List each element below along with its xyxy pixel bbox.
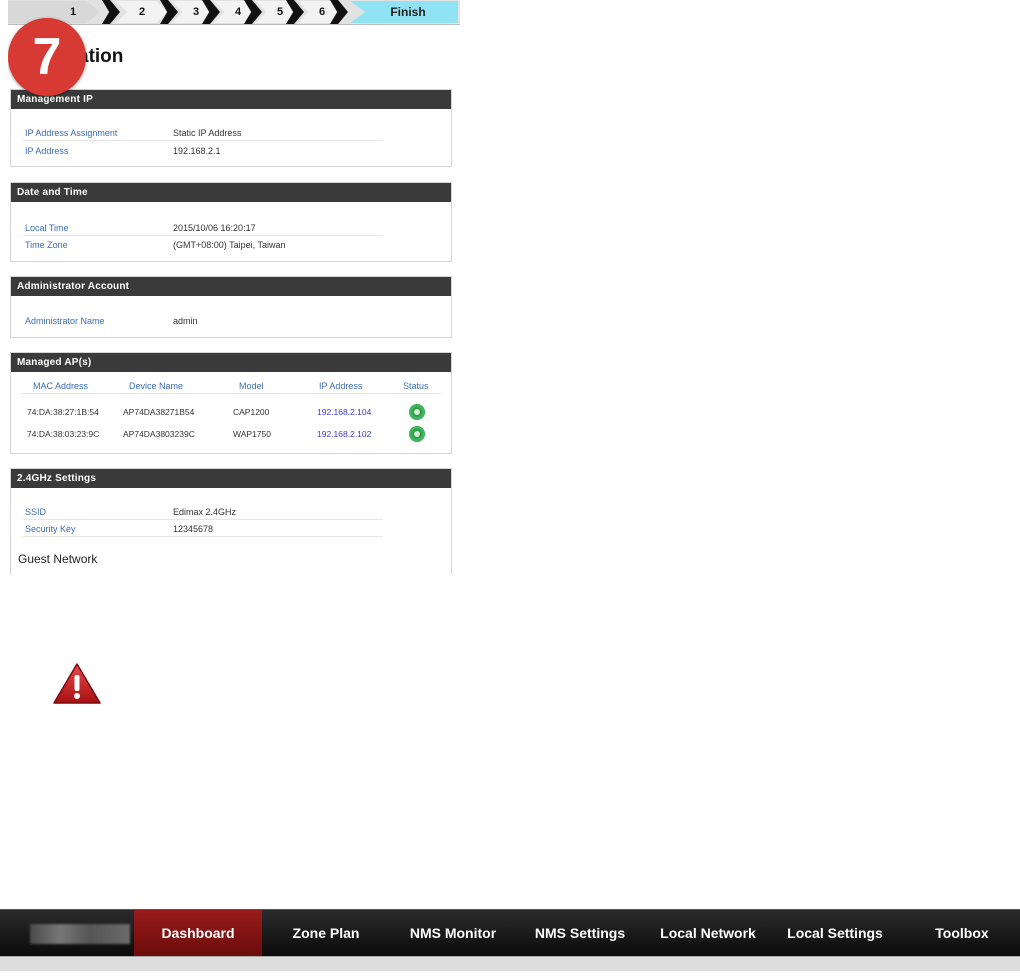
managed-aps-section: Managed AP(s) MAC Address Device Name Mo… xyxy=(10,352,452,454)
section-header: 2.4GHz Settings xyxy=(11,469,451,488)
column-header: Device Name xyxy=(129,381,184,391)
device-name-cell: AP74DA3803239C xyxy=(123,429,195,439)
step-arrow-icon xyxy=(102,0,120,24)
column-header: Status xyxy=(403,381,429,391)
wizard-step-bar: 1 2 3 4 5 6 Finish xyxy=(8,0,460,25)
nav-zone-plan[interactable]: Zone Plan xyxy=(266,910,386,957)
nav-local-settings[interactable]: Local Settings xyxy=(774,910,896,957)
status-online-icon xyxy=(409,404,425,420)
mac-cell: 74:DA:38:27:1B:54 xyxy=(27,407,99,417)
device-name-cell: AP74DA38271B54 xyxy=(123,407,195,417)
model-cell: WAP1750 xyxy=(233,429,271,439)
column-header: Model xyxy=(239,381,264,391)
wizard-step-2[interactable]: 2 xyxy=(116,1,168,23)
row-divider xyxy=(23,536,383,537)
row-divider xyxy=(23,235,383,236)
row-divider xyxy=(23,140,383,141)
nav-toolbox[interactable]: Toolbox xyxy=(906,910,1018,957)
step-number-badge: 7 xyxy=(8,18,86,96)
section-header: Management IP xyxy=(11,90,451,109)
date-time-section: Date and Time Local Time 2015/10/06 16:2… xyxy=(10,182,452,262)
nav-nms-settings[interactable]: NMS Settings xyxy=(518,910,642,957)
nav-nms-monitor[interactable]: NMS Monitor xyxy=(392,910,514,957)
ip-address-link[interactable]: 192.168.2.104 xyxy=(317,407,371,417)
nav-bar-footer-strip xyxy=(0,956,1020,971)
mac-cell: 74:DA:38:03:23:9C xyxy=(27,429,100,439)
ip-address-link[interactable]: 192.168.2.102 xyxy=(317,429,371,439)
management-ip-section: Management IP IP Address Assignment Stat… xyxy=(10,89,452,167)
main-nav-bar: Dashboard Zone Plan NMS Monitor NMS Sett… xyxy=(0,909,1020,957)
guest-network-heading: Guest Network xyxy=(18,552,98,566)
section-header: Administrator Account xyxy=(11,277,451,296)
wizard-step-finish[interactable]: Finish xyxy=(350,1,458,23)
nav-local-network[interactable]: Local Network xyxy=(646,910,770,957)
section-header: Managed AP(s) xyxy=(11,353,451,372)
admin-account-section: Administrator Account Administrator Name… xyxy=(10,276,452,338)
model-cell: CAP1200 xyxy=(233,407,270,417)
nav-dashboard[interactable]: Dashboard xyxy=(134,910,262,957)
wizard-panel: 1 2 3 4 5 6 Finish 7 ation Management IP xyxy=(8,0,460,574)
brand-logo xyxy=(30,924,130,944)
row-divider xyxy=(23,519,383,520)
warning-triangle-icon xyxy=(53,663,101,704)
column-header: IP Address xyxy=(319,381,363,391)
row-divider xyxy=(21,393,441,394)
column-header: MAC Address xyxy=(33,381,89,391)
status-online-icon xyxy=(409,426,425,442)
section-header: Date and Time xyxy=(11,183,451,202)
